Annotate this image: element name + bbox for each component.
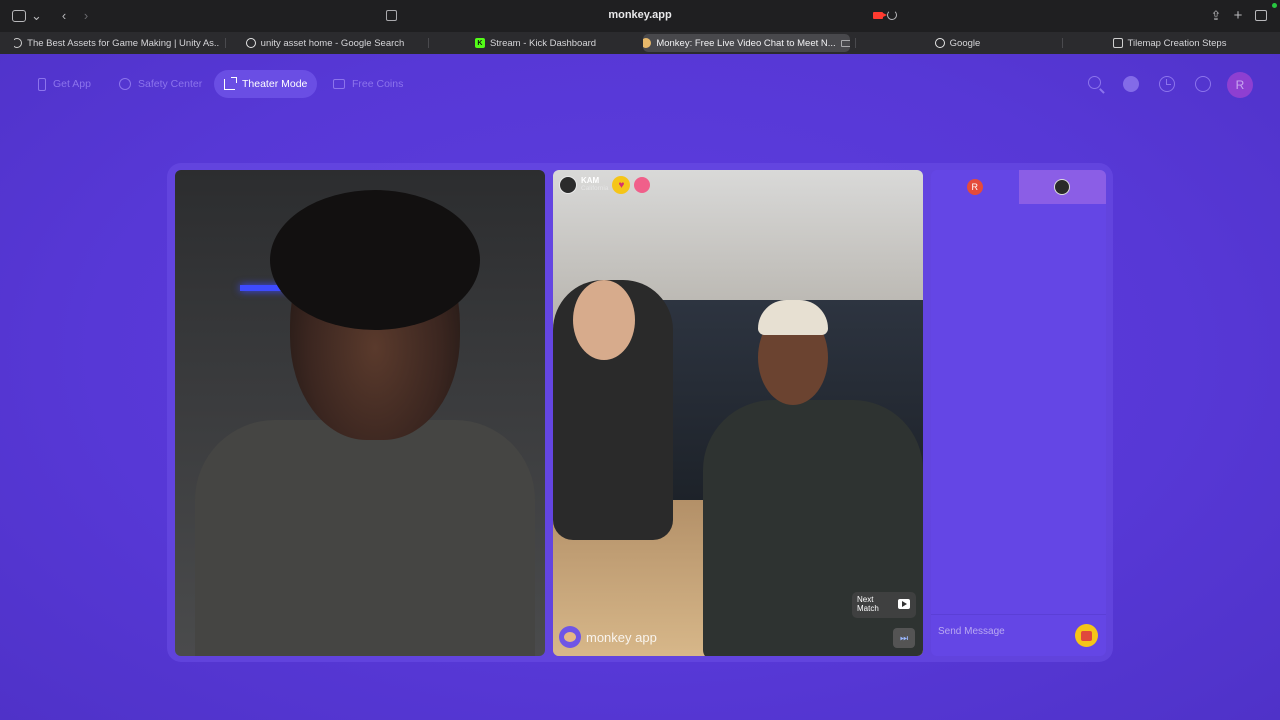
self-hoodie — [195, 420, 535, 656]
gift-button[interactable] — [1075, 624, 1098, 647]
coins-icon — [333, 79, 345, 89]
chat-tab-self[interactable]: R — [931, 170, 1019, 204]
url-text: monkey.app — [608, 9, 672, 21]
messages-icon[interactable] — [1195, 76, 1211, 92]
free-coins-button[interactable]: Free Coins — [323, 70, 413, 98]
sidebar-toggle-icon[interactable] — [12, 10, 26, 22]
theater-mode-label: Theater Mode — [242, 78, 308, 90]
tab-label: Stream - Kick Dashboard — [489, 37, 597, 49]
get-app-label: Get App — [53, 78, 91, 90]
camera-icon — [840, 39, 850, 47]
chevron-down-icon[interactable]: ⌄ — [31, 8, 42, 24]
new-tab-icon[interactable]: + — [1232, 8, 1244, 24]
tab-label: Monkey: Free Live Video Chat to Meet N..… — [656, 37, 836, 49]
monkey-app-watermark: monkey app — [559, 626, 657, 648]
peer-location: California — [581, 185, 609, 192]
heart-icon[interactable]: ♥ — [612, 176, 631, 194]
safety-center-button[interactable]: Safety Center — [109, 70, 212, 98]
tab-google-search[interactable]: unity asset home - Google Search — [230, 34, 420, 52]
self-initial: R — [971, 182, 979, 192]
next-match-button[interactable]: ⏭ — [893, 628, 915, 648]
peer-video: KAM California ♥ monkey app Next Match ⏭ — [553, 170, 923, 656]
badge-icon — [634, 177, 651, 193]
browser-titlebar: ⌄ ‹ › monkey.app ⇪ + — [0, 0, 1280, 32]
tab-unity[interactable]: The Best Assets for Game Making | Unity … — [14, 34, 220, 52]
peer-info[interactable]: KAM California ♥ — [559, 175, 651, 195]
search-icon[interactable] — [1088, 76, 1101, 89]
chat-tab-peer[interactable] — [1018, 170, 1106, 204]
monkey-logo-icon — [559, 626, 581, 648]
get-app-button[interactable]: Get App — [28, 70, 101, 98]
skip-forward-icon: ⏭ — [899, 632, 909, 643]
tab-label: Google — [949, 37, 981, 49]
tab-bar: The Best Assets for Game Making | Unity … — [0, 32, 1280, 54]
status-dot — [1272, 3, 1277, 8]
expand-icon — [224, 76, 237, 90]
safety-center-label: Safety Center — [138, 78, 203, 90]
chat-panel: R — [931, 170, 1106, 656]
next-match-tooltip: Next Match — [852, 592, 916, 618]
camera-recording-icon[interactable] — [873, 12, 887, 19]
play-icon — [898, 599, 910, 609]
history-icon[interactable] — [1159, 76, 1175, 92]
tab-google[interactable]: Google — [860, 34, 1055, 52]
share-icon[interactable]: ⇪ — [1210, 8, 1222, 24]
shield-icon — [119, 78, 131, 90]
tilemap-icon — [1112, 38, 1123, 48]
unity-icon — [14, 38, 23, 48]
google-icon — [245, 38, 256, 48]
self-hair — [270, 190, 480, 330]
back-icon[interactable]: ‹ — [58, 8, 70, 24]
theater-mode-button[interactable]: Theater Mode — [214, 70, 318, 98]
peer-face-left — [573, 280, 635, 360]
user-avatar[interactable]: R — [1227, 72, 1253, 98]
tab-monkey[interactable]: Monkey: Free Live Video Chat to Meet N..… — [643, 34, 850, 52]
free-coins-label: Free Coins — [352, 78, 404, 90]
chat-composer — [931, 614, 1106, 656]
monkey-page: Get App Safety Center Theater Mode Free … — [0, 54, 1280, 720]
peer-name: KAM — [581, 176, 600, 185]
gift-icon — [1081, 630, 1092, 641]
kick-icon: K — [474, 38, 485, 48]
send-message-input[interactable] — [938, 623, 1068, 639]
tab-tilemap[interactable]: Tilemap Creation Steps — [1067, 34, 1272, 52]
tab-overview-icon[interactable] — [1255, 10, 1267, 21]
tab-label: Tilemap Creation Steps — [1127, 37, 1227, 49]
self-video — [175, 170, 545, 656]
google-icon — [934, 38, 945, 48]
self-avatar: R — [966, 179, 983, 195]
peer-chat-avatar — [1054, 179, 1071, 195]
forward-icon[interactable]: › — [80, 8, 92, 24]
watermark-text: monkey app — [586, 629, 657, 645]
peer-avatar[interactable] — [559, 176, 577, 194]
globe-icon[interactable] — [1123, 76, 1139, 92]
chat-participant-tabs: R — [931, 170, 1106, 204]
tab-kick[interactable]: K Stream - Kick Dashboard — [433, 34, 638, 52]
avatar-initial: R — [1235, 78, 1245, 92]
address-bar[interactable]: monkey.app — [380, 5, 900, 27]
phone-icon — [38, 77, 46, 91]
tab-label: The Best Assets for Game Making | Unity … — [27, 37, 220, 49]
tab-label: unity asset home - Google Search — [260, 37, 405, 49]
monkey-icon — [643, 38, 652, 48]
reload-icon[interactable] — [887, 10, 897, 20]
